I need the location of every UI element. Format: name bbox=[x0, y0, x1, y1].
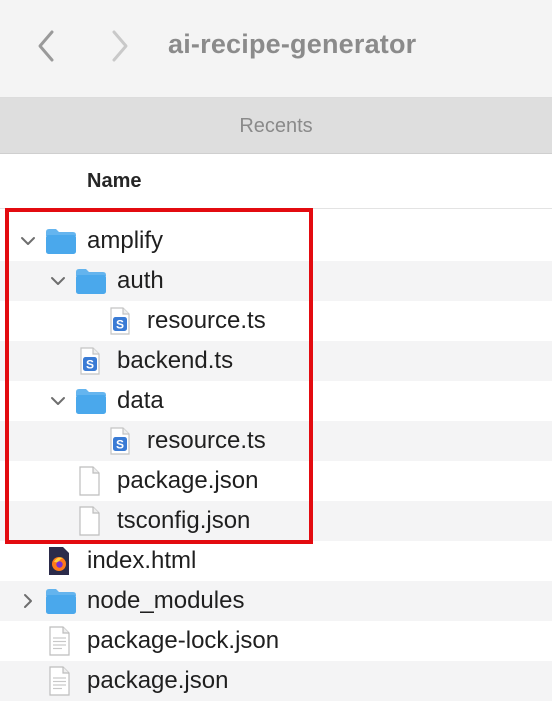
chevron-down-icon[interactable] bbox=[48, 271, 68, 291]
svg-text:S: S bbox=[116, 318, 124, 332]
list-item[interactable]: package.json bbox=[0, 461, 552, 501]
typescript-file-icon: S bbox=[104, 426, 134, 461]
file-name: amplify bbox=[87, 227, 164, 254]
file-name: index.html bbox=[87, 547, 197, 574]
typescript-file-icon: S bbox=[74, 346, 104, 381]
file-name: auth bbox=[117, 267, 164, 294]
list-item[interactable]: amplify bbox=[0, 221, 552, 261]
list-item[interactable]: tsconfig.json bbox=[0, 501, 552, 541]
document-icon bbox=[74, 506, 104, 541]
list-item[interactable]: data bbox=[0, 381, 552, 421]
chevron-right-icon[interactable] bbox=[18, 591, 38, 611]
file-name: package.json bbox=[87, 667, 229, 694]
file-name: tsconfig.json bbox=[117, 507, 251, 534]
list-item[interactable]: index.html bbox=[0, 541, 552, 581]
list-item[interactable]: S resource.ts bbox=[0, 421, 552, 461]
folder-icon bbox=[74, 386, 108, 421]
back-button[interactable] bbox=[28, 24, 68, 68]
svg-text:S: S bbox=[86, 358, 94, 372]
folder-icon bbox=[74, 266, 108, 301]
document-icon bbox=[44, 666, 74, 701]
file-name: package-lock.json bbox=[87, 627, 280, 654]
file-name: backend.ts bbox=[117, 347, 234, 374]
tab-recents[interactable]: Recents bbox=[0, 115, 552, 138]
file-name: resource.ts bbox=[147, 427, 266, 454]
file-name: resource.ts bbox=[147, 307, 266, 334]
toolbar: ai-recipe-generator bbox=[0, 0, 552, 98]
folder-icon bbox=[44, 586, 78, 621]
list-item[interactable]: package-lock.json bbox=[0, 621, 552, 661]
tab-bar: Recents bbox=[0, 98, 552, 154]
html-file-icon bbox=[44, 546, 74, 581]
column-header: Name bbox=[0, 154, 552, 209]
document-icon bbox=[74, 466, 104, 501]
forward-button[interactable] bbox=[100, 24, 140, 68]
file-name: package.json bbox=[117, 467, 259, 494]
svg-text:S: S bbox=[116, 438, 124, 452]
file-name: node_modules bbox=[87, 587, 245, 614]
chevron-right-icon bbox=[112, 30, 128, 62]
document-icon bbox=[44, 626, 74, 661]
list-item[interactable]: auth bbox=[0, 261, 552, 301]
chevron-left-icon bbox=[38, 30, 54, 62]
window-title: ai-recipe-generator bbox=[168, 29, 417, 59]
list-item[interactable]: node_modules bbox=[0, 581, 552, 621]
typescript-file-icon: S bbox=[104, 306, 134, 341]
folder-icon bbox=[44, 226, 78, 261]
column-header-name[interactable]: Name bbox=[87, 170, 141, 193]
chevron-down-icon[interactable] bbox=[18, 231, 38, 251]
list-item[interactable]: package.json bbox=[0, 661, 552, 701]
list-item[interactable]: S backend.ts bbox=[0, 341, 552, 381]
file-name: data bbox=[117, 387, 164, 414]
list-item[interactable]: S resource.ts bbox=[0, 301, 552, 341]
chevron-down-icon[interactable] bbox=[48, 391, 68, 411]
